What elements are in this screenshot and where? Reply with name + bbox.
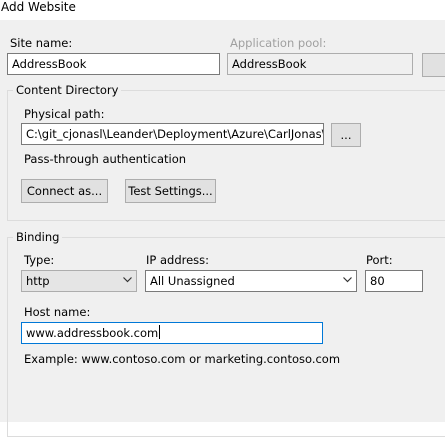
title-bar: Add Website [0,0,445,20]
ip-address-label: IP address: [146,253,210,267]
ip-address-value: All Unassigned [150,274,235,288]
connect-as-button[interactable]: Connect as... [21,179,108,203]
physical-path-label: Physical path: [24,107,105,121]
host-name-label: Host name: [24,305,91,319]
text-caret [159,325,161,339]
physical-path-input[interactable]: C:\git_cjonasl\Leander\Deployment\Azure\… [21,123,324,145]
app-pool-label: Application pool: [230,36,327,50]
host-name-value: www.addressbook.com [26,326,159,340]
site-name-label: Site name: [10,36,73,50]
passthrough-auth-label: Pass-through authentication [24,152,187,166]
chevron-down-icon [343,277,352,283]
app-pool-field: AddressBook [227,53,413,75]
binding-title: Binding [13,230,63,244]
select-pool-button[interactable] [422,53,445,77]
type-select-value: http [26,274,50,288]
window-title: Add Website [1,0,76,14]
port-label: Port: [366,253,393,267]
type-label: Type: [24,253,55,267]
chevron-down-icon [123,277,132,283]
host-name-example: Example: www.contoso.com or marketing.co… [24,352,341,366]
test-settings-button[interactable]: Test Settings... [125,179,216,203]
browse-path-button[interactable]: ... [331,123,361,147]
host-name-input[interactable]: www.addressbook.com [21,322,323,344]
ip-address-select[interactable]: All Unassigned [145,270,357,292]
content-directory-title: Content Directory [13,83,122,97]
type-select[interactable]: http [21,270,137,292]
site-name-input[interactable]: AddressBook [7,53,220,75]
port-input[interactable]: 80 [365,270,423,292]
